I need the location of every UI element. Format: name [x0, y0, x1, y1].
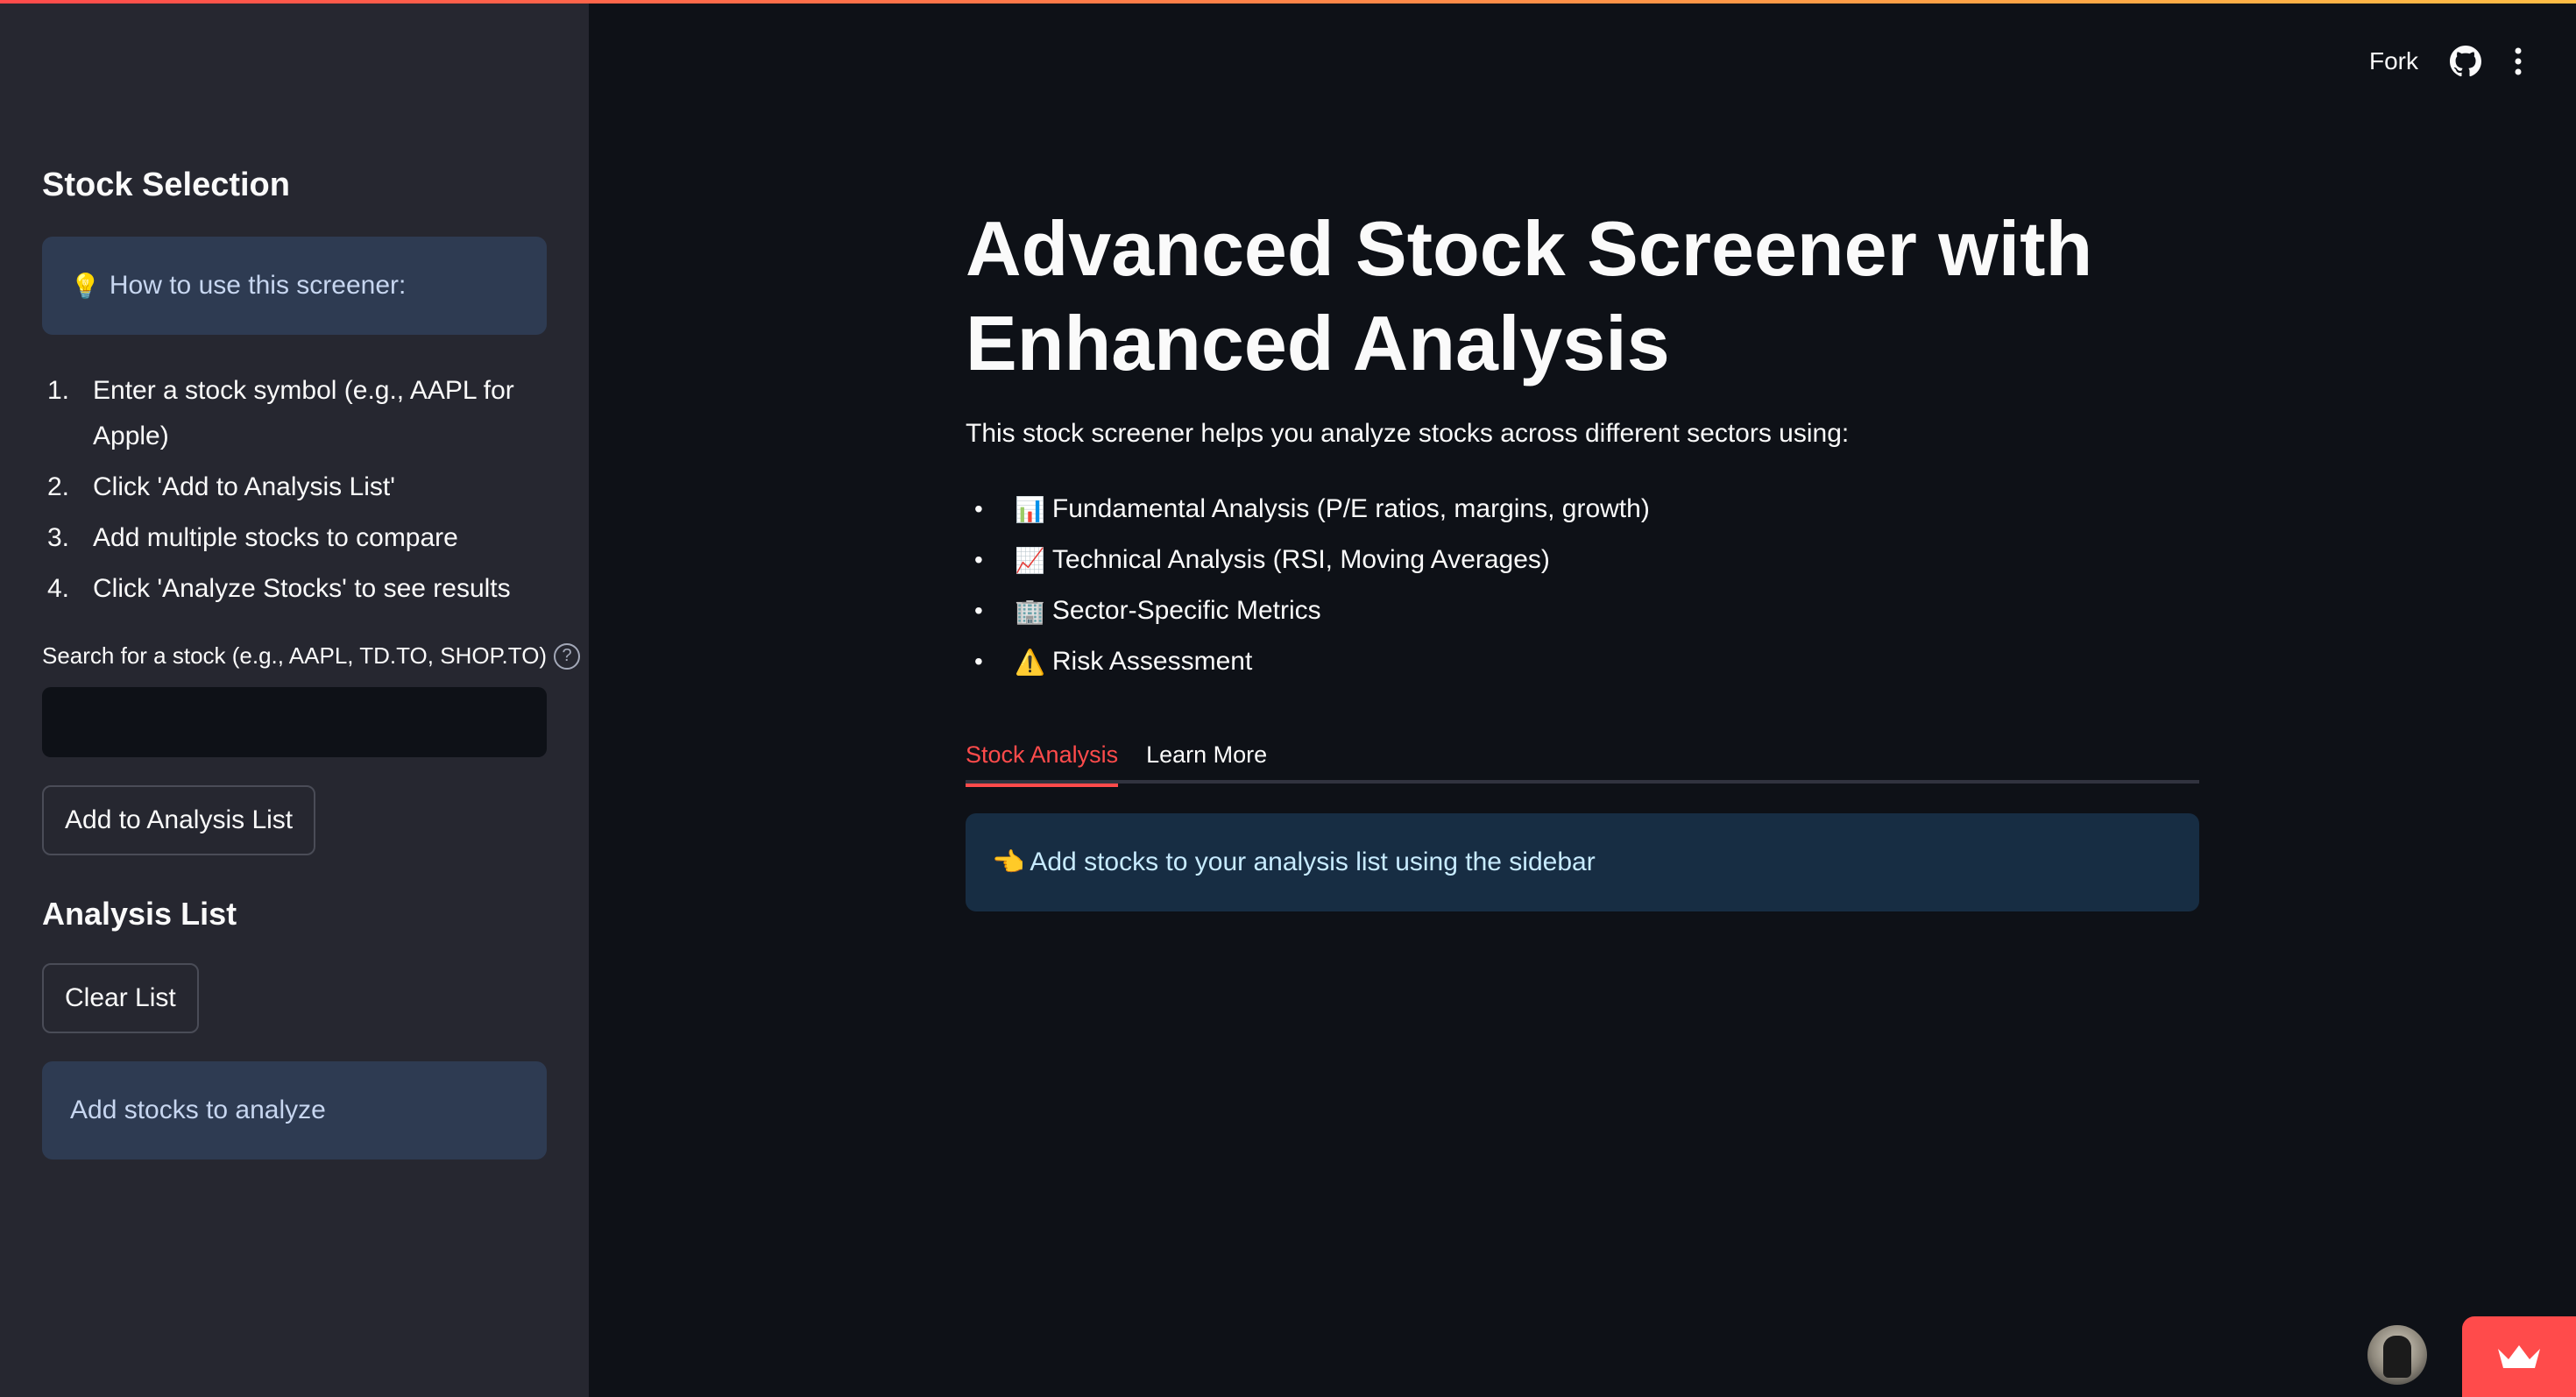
add-stocks-notice: 👈 Add stocks to your analysis list using…: [966, 813, 2199, 911]
avatar[interactable]: [2367, 1325, 2427, 1385]
sidebar-title: Stock Selection: [42, 167, 290, 203]
list-item: 3. Add multiple stocks to compare: [47, 523, 458, 552]
help-icon[interactable]: ?: [554, 642, 581, 670]
office-building-icon: 🏢: [1015, 597, 1045, 625]
list-item: 2. Click 'Add to Analysis List': [47, 472, 395, 501]
crown-icon: [2498, 1345, 2540, 1368]
list-item: • 📈 Technical Analysis (RSI, Moving Aver…: [974, 545, 1550, 574]
tab-bar: Stock Analysis Learn More: [966, 726, 2199, 787]
features-list: • 📊 Fundamental Analysis (P/E ratios, ma…: [966, 484, 1650, 687]
trending-up-icon: 📈: [1015, 546, 1045, 574]
header-toolbar: Fork: [2369, 40, 2523, 82]
github-icon[interactable]: [2450, 46, 2481, 77]
instructions-list: 1. Enter a stock symbol (e.g., AAPL for …: [42, 368, 547, 617]
lightbulb-icon: 💡: [70, 272, 101, 300]
howto-info-box: 💡 How to use this screener:: [42, 237, 547, 335]
notice-text: Add stocks to your analysis list using t…: [1030, 847, 1596, 876]
sidebar: Stock Selection 💡 How to use this screen…: [0, 0, 589, 1397]
howto-text: How to use this screener:: [109, 271, 407, 300]
bar-chart-icon: 📊: [1015, 495, 1045, 523]
tab-stock-analysis[interactable]: Stock Analysis: [966, 726, 1119, 787]
top-decoration-bar: [0, 0, 2576, 4]
tab-learn-more[interactable]: Learn More: [1146, 726, 1267, 784]
list-item: • 🏢 Sector-Specific Metrics: [974, 596, 1321, 625]
list-item: 4. Click 'Analyze Stocks' to see results: [47, 574, 511, 603]
list-item: • 📊 Fundamental Analysis (P/E ratios, ma…: [974, 494, 1650, 523]
streamlit-badge[interactable]: [2462, 1316, 2576, 1397]
analysis-list-title: Analysis List: [42, 896, 237, 932]
fork-link[interactable]: Fork: [2369, 47, 2418, 75]
search-label: Search for a stock (e.g., AAPL, TD.TO, S…: [42, 642, 581, 670]
empty-list-info-box: Add stocks to analyze: [42, 1061, 547, 1159]
empty-list-message: Add stocks to analyze: [70, 1096, 326, 1124]
kebab-menu-icon[interactable]: [2513, 46, 2523, 77]
clear-list-button[interactable]: Clear List: [42, 963, 199, 1033]
pointing-left-icon: 👈: [992, 847, 1025, 877]
add-to-analysis-list-button[interactable]: Add to Analysis List: [42, 785, 316, 855]
intro-text: This stock screener helps you analyze st…: [966, 419, 1850, 448]
stock-search-input[interactable]: [42, 687, 547, 757]
warning-icon: ⚠️: [1015, 648, 1045, 676]
list-item: 1. Enter a stock symbol (e.g., AAPL for …: [47, 376, 514, 450]
page-title: Advanced Stock Screener with Enhanced An…: [966, 205, 2093, 386]
list-item: • ⚠️ Risk Assessment: [974, 647, 1253, 676]
